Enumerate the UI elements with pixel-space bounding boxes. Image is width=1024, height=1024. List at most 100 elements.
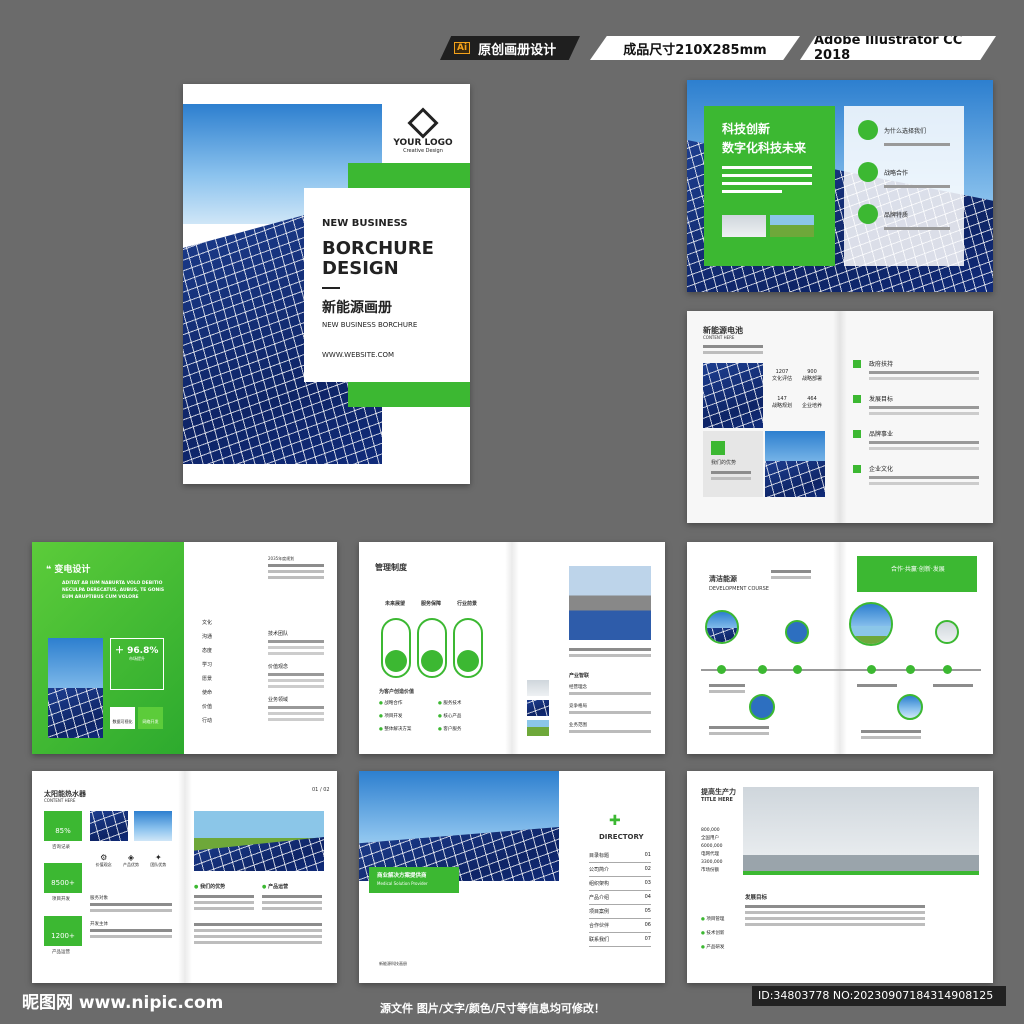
p3-right-list: 技术团队 价值观念 业务领域 [268, 630, 324, 721]
p7-directory: DIRECTORY [599, 833, 644, 841]
cover-website: WWW.WEBSITE.COM [322, 351, 395, 359]
p6-stat-3: 1200+ [44, 916, 82, 946]
item-list: 政府扶持 发展目标 品牌事业 企业文化 [853, 359, 979, 485]
size-label: 成品尺寸210X285mm [623, 42, 767, 58]
timeline-photo [935, 620, 959, 644]
battery-image [703, 363, 763, 428]
p4-sub: 为客户创造价值 [379, 689, 415, 695]
feature-3: 品牌特质 [884, 211, 909, 219]
divider [322, 287, 340, 289]
stat-grid: 1207 文化评估 900 战略部署 147 战略规划 464 企业培养 [771, 369, 822, 409]
cover-title-1: BORCHURE [322, 238, 434, 259]
p7-dir-list: 目录标题 01 公司简介 02 组织架构 03 产品介绍 04 项目案例 05 合作伙伴 0… [589, 849, 651, 947]
p1-title-2: 数字化科技未来 [722, 141, 807, 155]
p7-banner: 商业解决方案提供商 Medical Solution Provider [369, 867, 459, 893]
spread-substation: ❝ 变电设计 ADITAT AB IUM NABURTA VOLO DEBITI… [32, 542, 337, 754]
footer-id: ID:34803778 NO:20230907184314908125 [752, 986, 1006, 1006]
p8-title: 提高生产力 [701, 788, 736, 796]
green-bar-bottom [348, 382, 470, 407]
p2-sub: CONTENT HERE [703, 335, 735, 340]
field-thumb [770, 215, 814, 237]
size-tag: 成品尺寸210X285mm [590, 36, 800, 60]
spread-tech-innovation: 科技创新 数字化科技未来 为什么选择我们 战略合作 品牌特质 [687, 80, 993, 292]
p3-quote: ADITAT AB IUM NABURTA VOLO DEBITIO NECUL… [62, 581, 165, 600]
p6-field-image [194, 811, 324, 871]
logo: YOUR LOGO Creative Design [393, 107, 453, 154]
p6-page: 01 / 02 [312, 787, 330, 793]
timeline [701, 669, 981, 671]
p5-banner: 合作·共赢·创新·发展 [857, 556, 977, 592]
plus-icon [711, 441, 725, 455]
p7-foot: 新能源科技画册 [379, 961, 407, 966]
feature-icon [858, 120, 878, 140]
p3-year: 2035年度规划 [268, 556, 295, 561]
p8-items: ● 项目管理 ● 技术创新 ● 产品研发 [701, 917, 725, 950]
version-tag: Adobe Illustrator CC 2018 [800, 36, 996, 60]
p8-stats: 800,000 全国用户 6000,000 电网代理 3300,000 市场份额 [701, 828, 723, 873]
p4-right-list: 经营理念 竞争格局 业务范围 [569, 684, 651, 735]
p5-title: 清洁能源 [709, 575, 737, 583]
logo-icon [407, 107, 439, 139]
adv-label: 我们的优势 [711, 460, 737, 466]
p4-list: ● 战略合作 ● 服务技术 ● 项目开发 ● 核心产品 ● 整体解决方案 ● 客… [379, 701, 462, 732]
cover-cn-title: 新能源画册 [322, 300, 392, 316]
spread-productivity: 提高生产力 TITLE HERE 800,000 全国用户 6000,000 电网代… [687, 771, 993, 983]
logo-text: YOUR LOGO [393, 138, 453, 148]
p1-title-1: 科技创新 [722, 122, 771, 136]
cover-kicker: NEW BUSINESS [322, 218, 408, 229]
p3-btn-1: 数据可视化 [110, 707, 135, 729]
green-bar-top [348, 163, 470, 188]
p3-image [48, 638, 103, 738]
p8-sec: 发展目标 [745, 895, 768, 901]
spread-clean-energy: 清洁能源 DEVELOPMENT COURSE 合作·共赢·创新·发展 [687, 542, 993, 754]
pct-box: ＋ 96.8% 市场提升 [110, 638, 164, 690]
site-watermark: 昵图网 www.nipic.com [22, 993, 224, 1013]
p3-btn-2: 网络开发 [138, 707, 163, 729]
timeline-photo [705, 610, 739, 644]
plus-icon: ✚ [609, 813, 621, 829]
p6-sub: CONTENT HERE [44, 798, 76, 803]
cover-page: YOUR LOGO Creative Design NEW BUSINESS B… [183, 84, 470, 484]
p6-sec-2: 产品运营 [268, 884, 289, 890]
p8-wind-image [743, 787, 979, 873]
p3-title: ❝ 变电设计 [46, 565, 91, 575]
p4-title: 管理制度 [375, 563, 407, 572]
advantage-box: 我们的优势 [703, 431, 763, 497]
feature-icon [858, 204, 878, 224]
footer-note: 源文件 图片/文字/颜色/尺寸等信息均可修改！ [380, 1002, 605, 1015]
cover-title-box: NEW BUSINESS BORCHURE DESIGN 新能源画册 NEW B… [304, 188, 470, 382]
cover-en-sub: NEW BUSINESS BORCHURE [322, 321, 418, 329]
tag-label: 原创画册设计 [478, 42, 557, 58]
panel-image [765, 431, 825, 497]
p4-right-title: 产业智联 [569, 673, 590, 679]
p6-sec-1: 我们的优势 [200, 884, 226, 890]
logo-sub: Creative Design [403, 148, 443, 154]
illustrator-icon: Ai [454, 42, 471, 54]
p4-city-image [569, 566, 651, 640]
wind-thumb [722, 215, 766, 237]
version-label: Adobe Illustrator CC 2018 [814, 33, 963, 63]
p3-left-list: 文化 沟通 态度 学习 愿景 使命 价值 行动 [202, 620, 213, 724]
p8-sub: TITLE HERE [701, 797, 733, 803]
p6-stat-2: 8500+ [44, 863, 82, 893]
p6-icon-row: ⚙ 价值观念 ◈ 产品优势 ✦ 团队优势 [95, 853, 167, 867]
spread-directory: 商业解决方案提供商 Medical Solution Provider 新能源科… [359, 771, 665, 983]
feature-icon [858, 162, 878, 182]
feature-2: 战略合作 [884, 169, 909, 177]
feature-list: 为什么选择我们 战略合作 品牌特质 [844, 106, 964, 266]
timeline-photo [897, 694, 923, 720]
timeline-photo [749, 694, 775, 720]
spread-battery: 新能源电池 CONTENT HERE 1207 文化评估 900 战略部署 147 战… [687, 311, 993, 523]
spread-management: 管理制度 未来展望 服务保障 行业前景 为客户创造价值 ● 战略合作 ● 服务技… [359, 542, 665, 754]
feature-1: 为什么选择我们 [884, 127, 927, 135]
timeline-photo [785, 620, 809, 644]
p4-col-3: 行业前景 [457, 601, 478, 607]
software-tag: Ai 原创画册设计 [440, 36, 580, 60]
p4-col-1: 未来展望 [385, 601, 406, 607]
spread-water-heater: 太阳能热水器 CONTENT HERE 01 / 02 85% 咨询记录 850… [32, 771, 337, 983]
p5-sub: DEVELOPMENT COURSE [709, 586, 769, 592]
p4-col-2: 服务保障 [421, 601, 442, 607]
p6-stat-1: 85% [44, 811, 82, 841]
cover-title-2: DESIGN [322, 258, 399, 279]
green-text-box: 科技创新 数字化科技未来 [704, 106, 835, 266]
